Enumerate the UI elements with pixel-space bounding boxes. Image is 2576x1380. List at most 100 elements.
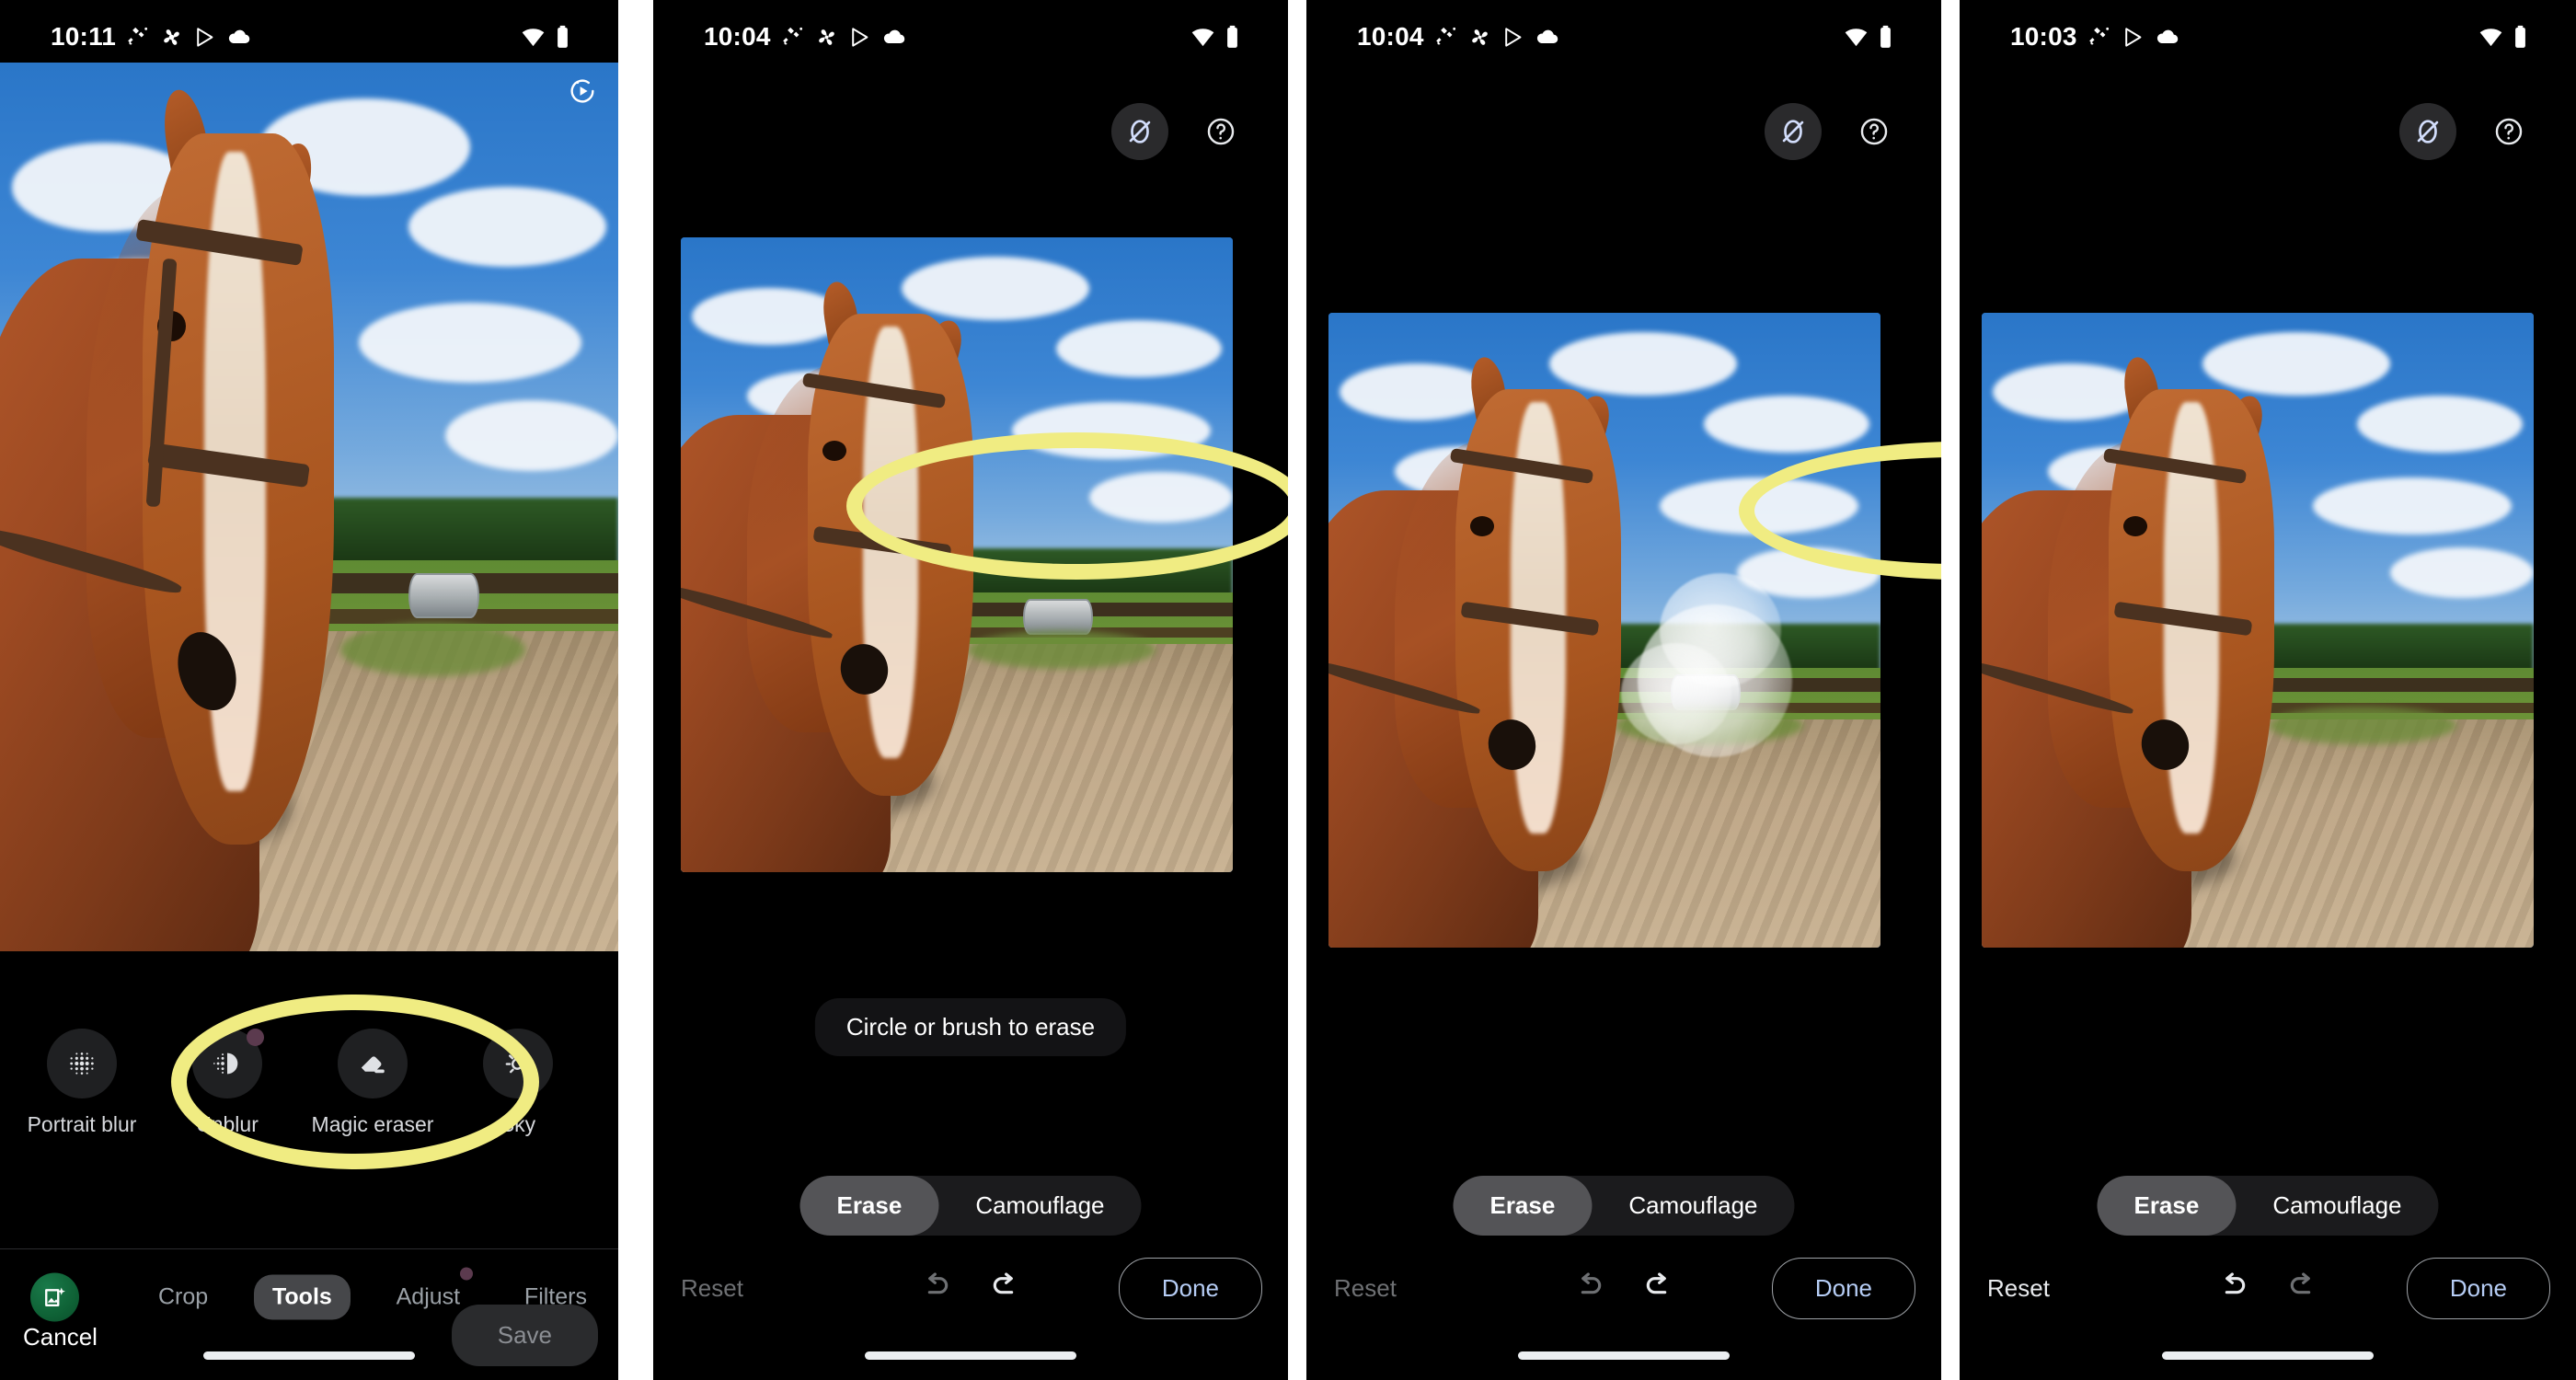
reset-button[interactable]: Reset [681, 1274, 743, 1303]
segment-camouflage[interactable]: Camouflage [2236, 1176, 2438, 1236]
home-indicator [2162, 1351, 2374, 1360]
satellite-icon [128, 27, 148, 45]
motion-photo-icon[interactable] [567, 75, 598, 111]
cloud-shape [358, 302, 581, 383]
status-time: 10:11 [51, 22, 117, 51]
undo-icon[interactable] [2214, 1268, 2251, 1309]
reset-button[interactable]: Reset [1334, 1274, 1397, 1303]
editor-action-row: Reset Done [1960, 1249, 2576, 1327]
satellite-icon [2088, 27, 2109, 45]
status-bar: 10:04 [1306, 0, 1941, 74]
done-button[interactable]: Done [2406, 1257, 2550, 1319]
status-time: 10:04 [704, 22, 771, 51]
tool-icon-wrap [338, 1029, 408, 1098]
tool-icon-wrap [483, 1029, 553, 1098]
satellite-icon [782, 27, 802, 45]
done-button[interactable]: Done [1771, 1257, 1915, 1319]
wifi-icon [2479, 29, 2502, 47]
eraser-icon [361, 1056, 385, 1074]
cloud-shape [2202, 331, 2390, 396]
help-icon[interactable] [1192, 103, 1249, 160]
satellite-icon [1435, 27, 1455, 45]
horse-eye [1469, 515, 1494, 536]
history-buttons [917, 1268, 1024, 1309]
segment-camouflage[interactable]: Camouflage [1592, 1176, 1794, 1236]
redo-icon[interactable] [987, 1268, 1024, 1309]
help-icon[interactable] [1846, 103, 1903, 160]
half-moon-dots-icon [213, 1052, 238, 1075]
phone-panel-4: 10:03 Erase Camouflage Reset Done [1960, 0, 2576, 1380]
cancel-button[interactable]: Cancel [23, 1323, 98, 1351]
editor-bottom-bar: Cancel Save [0, 1305, 618, 1380]
tool-sky[interactable]: Sky [445, 1029, 591, 1137]
status-bar: 10:04 [653, 0, 1288, 74]
compare-original-icon[interactable] [2399, 103, 2456, 160]
grass-patch [339, 622, 526, 676]
status-bar-right [1190, 25, 1240, 50]
editor-top-actions [1765, 99, 1941, 164]
play-store-icon [197, 27, 213, 47]
tool-magic-eraser[interactable]: Magic eraser [300, 1029, 445, 1137]
battery-icon [1227, 25, 1237, 48]
horse-eye [822, 440, 846, 461]
tab-tools[interactable]: Tools [254, 1274, 351, 1320]
editor-top-actions [2399, 99, 2576, 164]
undo-icon[interactable] [917, 1268, 954, 1309]
compare-original-icon[interactable] [1111, 103, 1168, 160]
redo-icon[interactable] [2284, 1268, 2321, 1309]
tools-strip: Portrait blur Unblur Magic eraser Sky [0, 1029, 618, 1137]
compare-original-icon[interactable] [1765, 103, 1822, 160]
tab-label: Adjust [396, 1283, 461, 1310]
tool-label: Magic eraser [311, 1112, 434, 1136]
tool-icon-wrap [192, 1029, 264, 1098]
segment-erase[interactable]: Erase [2097, 1176, 2237, 1236]
editor-action-row: Reset Done [1306, 1249, 1941, 1327]
status-bar-right [1844, 25, 1893, 50]
cloud-shape [444, 400, 618, 472]
history-buttons [2214, 1268, 2321, 1309]
segment-camouflage[interactable]: Camouflage [938, 1176, 1141, 1236]
play-store-icon [851, 27, 868, 47]
photo-preview[interactable] [681, 237, 1233, 872]
horse-eye [2122, 515, 2147, 536]
photo-sparkle-icon[interactable] [30, 1272, 79, 1322]
sun-icon [505, 1051, 531, 1074]
save-button[interactable]: Save [451, 1305, 598, 1366]
status-bar-left: 10:04 [1306, 24, 1560, 50]
done-button[interactable]: Done [1118, 1257, 1262, 1319]
cloud-shape [1704, 395, 1869, 453]
photo-scene [681, 237, 1233, 872]
status-bar-right [521, 25, 570, 50]
redo-icon[interactable] [1640, 1268, 1677, 1309]
segment-erase[interactable]: Erase [1453, 1176, 1593, 1236]
wifi-icon [1191, 29, 1214, 47]
tool-icon-wrap [47, 1029, 117, 1098]
photo-preview[interactable] [1328, 313, 1880, 948]
cloud-icon [883, 29, 904, 44]
tool-unblur[interactable]: Unblur [155, 1029, 300, 1137]
fan-icon [818, 29, 834, 45]
photo-scene [1328, 313, 1880, 948]
reset-button[interactable]: Reset [1987, 1274, 2050, 1303]
tool-portrait-blur[interactable]: Portrait blur [9, 1029, 155, 1137]
cloud-icon [2156, 29, 2178, 44]
home-indicator [865, 1351, 1076, 1360]
wifi-icon [1845, 29, 1868, 47]
photo-preview[interactable] [0, 63, 618, 951]
phone-panel-3: 10:04 Erase Camouflage Reset Done [1306, 0, 1941, 1380]
help-icon[interactable] [2480, 103, 2537, 160]
cloud-shape [692, 288, 846, 346]
undo-icon[interactable] [1570, 1268, 1607, 1309]
mode-segmented-control: Erase Camouflage [1453, 1176, 1795, 1236]
battery-icon [1880, 25, 1891, 48]
status-bar-right [2478, 25, 2528, 50]
phone-panel-1: 10:11 Portrait blur Unblur Magic eraser … [0, 0, 618, 1380]
hint-chip: Circle or brush to erase [814, 998, 1127, 1056]
toolbar-divider [0, 1248, 618, 1249]
battery-icon [2515, 25, 2525, 48]
segment-erase[interactable]: Erase [799, 1176, 939, 1236]
status-bar: 10:03 [1960, 0, 2576, 74]
phone-panel-2: 10:04 Circle or brush to erase Erase Cam… [653, 0, 1288, 1380]
tab-crop[interactable]: Crop [140, 1275, 226, 1320]
photo-preview[interactable] [1982, 313, 2534, 948]
